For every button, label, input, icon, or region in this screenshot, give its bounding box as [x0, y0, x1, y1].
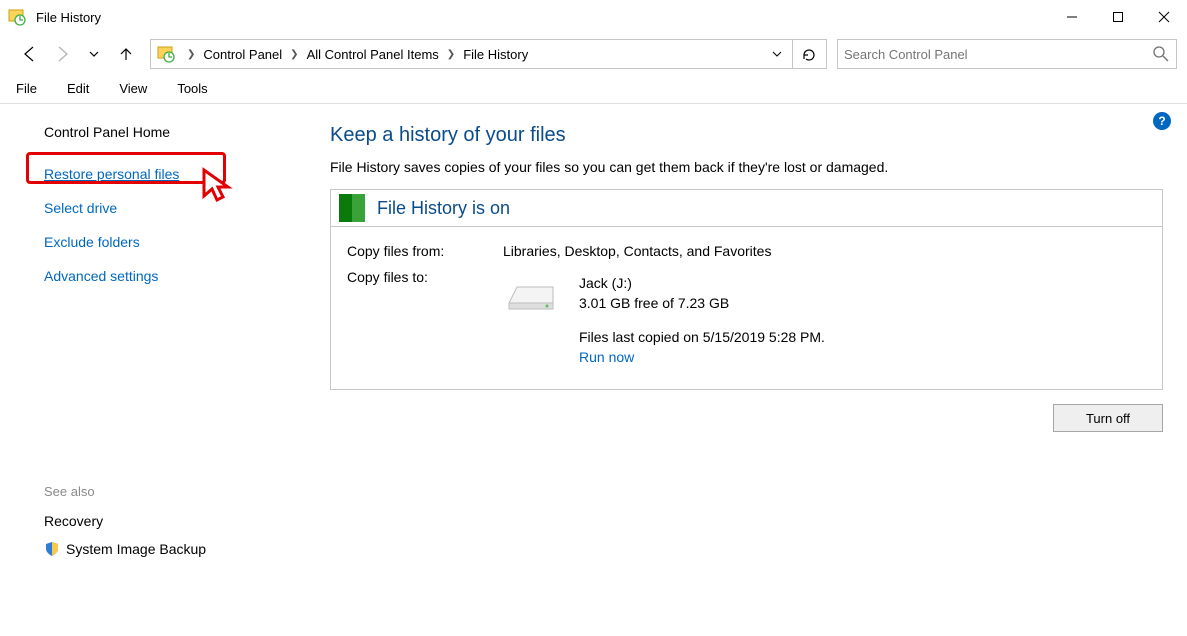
run-now-link[interactable]: Run now: [579, 349, 825, 365]
minimize-button[interactable]: [1049, 1, 1095, 33]
menu-edit[interactable]: Edit: [61, 79, 95, 98]
breadcrumb-all-items[interactable]: All Control Panel Items: [303, 47, 443, 62]
menu-file[interactable]: File: [10, 79, 43, 98]
window-title: File History: [36, 10, 101, 25]
see-also-section: See also Recovery System Image Backup: [44, 484, 310, 557]
sidebar-advanced-settings[interactable]: Advanced settings: [44, 268, 310, 284]
drive-icon: [503, 281, 559, 317]
sidebar-control-panel-home[interactable]: Control Panel Home: [44, 124, 310, 140]
address-dropdown-button[interactable]: [764, 41, 790, 67]
status-title: File History is on: [377, 198, 510, 219]
sidebar: Control Panel Home Restore personal file…: [0, 104, 310, 636]
navigation-row: ❯ Control Panel ❯ All Control Panel Item…: [0, 34, 1187, 74]
labels-column: Copy files from: Copy files to:: [347, 243, 477, 369]
up-button[interactable]: [112, 40, 140, 68]
search-icon[interactable]: [1152, 45, 1170, 63]
status-panel: File History is on Copy files from: Copy…: [330, 189, 1163, 390]
breadcrumb-file-history[interactable]: File History: [459, 47, 532, 62]
drive-name: Jack (J:): [579, 275, 825, 291]
search-box[interactable]: [837, 39, 1177, 69]
last-copied-text: Files last copied on 5/15/2019 5:28 PM.: [579, 329, 825, 345]
recent-locations-button[interactable]: [80, 40, 108, 68]
refresh-button[interactable]: [792, 39, 824, 69]
page-title: Keep a history of your files: [330, 124, 1163, 147]
app-icon: [8, 8, 26, 26]
drive-info: Jack (J:) 3.01 GB free of 7.23 GB Files …: [579, 275, 825, 369]
shield-icon: [44, 541, 60, 557]
status-on-icon: [339, 194, 365, 222]
address-icon: [157, 45, 175, 63]
sidebar-system-image-backup[interactable]: System Image Backup: [44, 541, 310, 557]
chevron-right-icon[interactable]: ❯: [286, 49, 302, 60]
back-button[interactable]: [16, 40, 44, 68]
menu-bar: File Edit View Tools: [0, 74, 1187, 104]
maximize-button[interactable]: [1095, 1, 1141, 33]
copy-from-value: Libraries, Desktop, Contacts, and Favori…: [503, 243, 1146, 259]
status-body: Copy files from: Copy files to: Librarie…: [331, 227, 1162, 389]
sidebar-backup-label: System Image Backup: [66, 541, 206, 557]
turn-off-button[interactable]: Turn off: [1053, 404, 1163, 432]
close-button[interactable]: [1141, 1, 1187, 33]
sidebar-exclude-folders[interactable]: Exclude folders: [44, 234, 310, 250]
see-also-label: See also: [44, 484, 310, 499]
main-content: Keep a history of your files File Histor…: [310, 104, 1187, 636]
forward-button[interactable]: [48, 40, 76, 68]
annotation-highlight-box: [26, 152, 226, 184]
values-column: Libraries, Desktop, Contacts, and Favori…: [503, 243, 1146, 369]
search-input[interactable]: [844, 47, 1152, 62]
titlebar: File History: [0, 0, 1187, 34]
help-icon[interactable]: ?: [1153, 112, 1171, 130]
menu-view[interactable]: View: [113, 79, 153, 98]
turn-off-row: Turn off: [330, 404, 1163, 432]
sidebar-select-drive[interactable]: Select drive: [44, 200, 310, 216]
chevron-right-icon[interactable]: ❯: [183, 49, 199, 60]
label-copy-to: Copy files to:: [347, 269, 477, 285]
page-description: File History saves copies of your files …: [330, 159, 1163, 175]
label-copy-from: Copy files from:: [347, 243, 477, 259]
breadcrumb-control-panel[interactable]: Control Panel: [199, 47, 286, 62]
sidebar-recovery[interactable]: Recovery: [44, 513, 310, 529]
sidebar-recovery-label: Recovery: [44, 513, 103, 529]
address-bar[interactable]: ❯ Control Panel ❯ All Control Panel Item…: [150, 39, 827, 69]
drive-free-space: 3.01 GB free of 7.23 GB: [579, 295, 825, 311]
menu-tools[interactable]: Tools: [171, 79, 213, 98]
chevron-right-icon[interactable]: ❯: [443, 49, 459, 60]
status-header: File History is on: [331, 190, 1162, 227]
body-area: ? Control Panel Home Restore personal fi…: [0, 104, 1187, 636]
drive-row: Jack (J:) 3.01 GB free of 7.23 GB Files …: [503, 275, 1146, 369]
